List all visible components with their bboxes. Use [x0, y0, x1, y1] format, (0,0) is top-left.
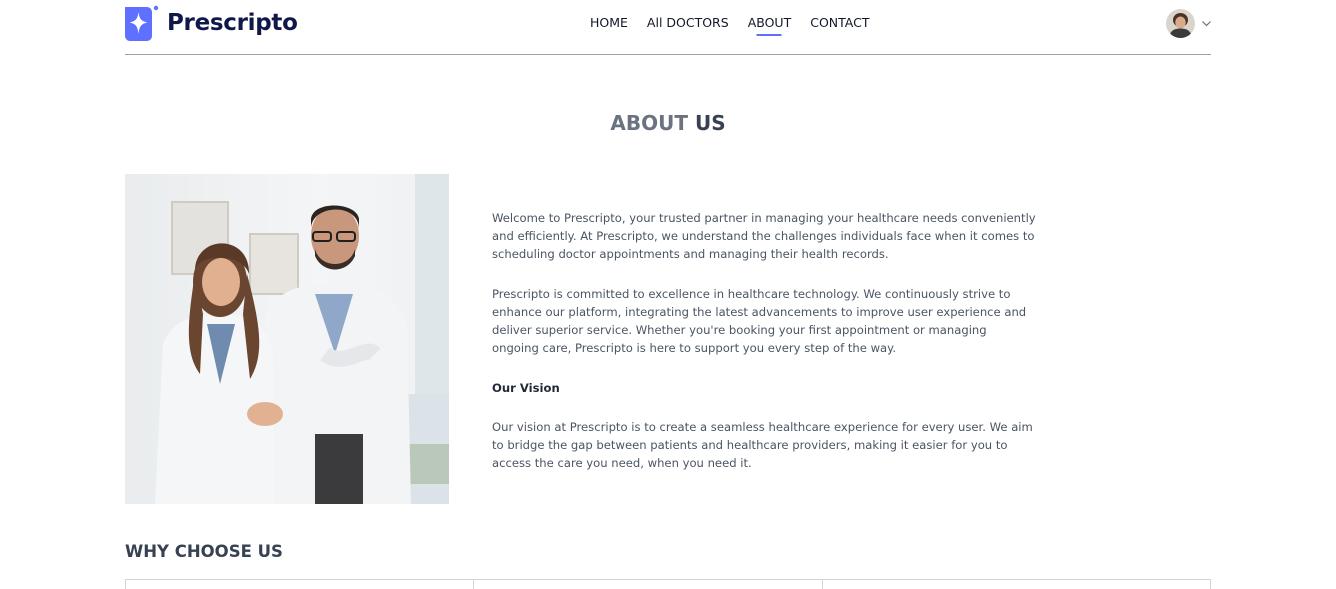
nav-about[interactable]: ABOUT [747, 15, 792, 37]
avatar[interactable] [1166, 9, 1195, 38]
active-nav-underline [756, 34, 782, 36]
why-choose-us-cards [125, 579, 1211, 589]
logo-text: Prescripto [167, 10, 298, 36]
nav-about-label: ABOUT [747, 15, 792, 30]
vision-heading: Our Vision [492, 381, 560, 395]
why-choose-us-title: WHY CHOOSE US [125, 542, 283, 561]
profile-menu[interactable] [1166, 9, 1212, 38]
nav-all-doctors-label: All DOCTORS [646, 15, 729, 30]
why-title-light: WHY [125, 542, 169, 561]
nav-home[interactable]: HOME [590, 15, 628, 37]
logo[interactable]: Prescripto [125, 5, 298, 41]
vision-paragraph: Our vision at Prescripto is to create a … [492, 420, 1033, 470]
nav-all-doctors[interactable]: All DOCTORS [647, 15, 729, 37]
feature-card [823, 579, 1211, 589]
why-title-strong: CHOOSE US [174, 542, 283, 561]
user-avatar-icon [1166, 9, 1195, 38]
nav-contact[interactable]: CONTACT [810, 15, 869, 37]
main-nav: HOME All DOCTORS ABOUT CONTACT [590, 15, 889, 37]
doctors-photo [125, 174, 449, 504]
chevron-down-icon[interactable] [1201, 18, 1212, 29]
about-title-light: ABOUT [610, 111, 688, 135]
navbar: Prescripto HOME All DOCTORS ABOUT CONTAC… [125, 0, 1211, 55]
feature-card [474, 579, 823, 589]
nav-contact-label: CONTACT [810, 15, 870, 30]
about-us-title: ABOUT US [0, 111, 1336, 135]
logo-icon [125, 5, 159, 41]
about-paragraph-2: Prescripto is committed to excellence in… [492, 287, 1027, 355]
about-image [125, 174, 449, 504]
about-paragraph-1: Welcome to Prescripto, your trusted part… [492, 211, 1036, 261]
nav-home-label: HOME [590, 15, 628, 30]
about-description: Welcome to Prescripto, your trusted part… [492, 209, 1037, 494]
about-title-strong: US [694, 111, 726, 135]
feature-card [125, 579, 474, 589]
